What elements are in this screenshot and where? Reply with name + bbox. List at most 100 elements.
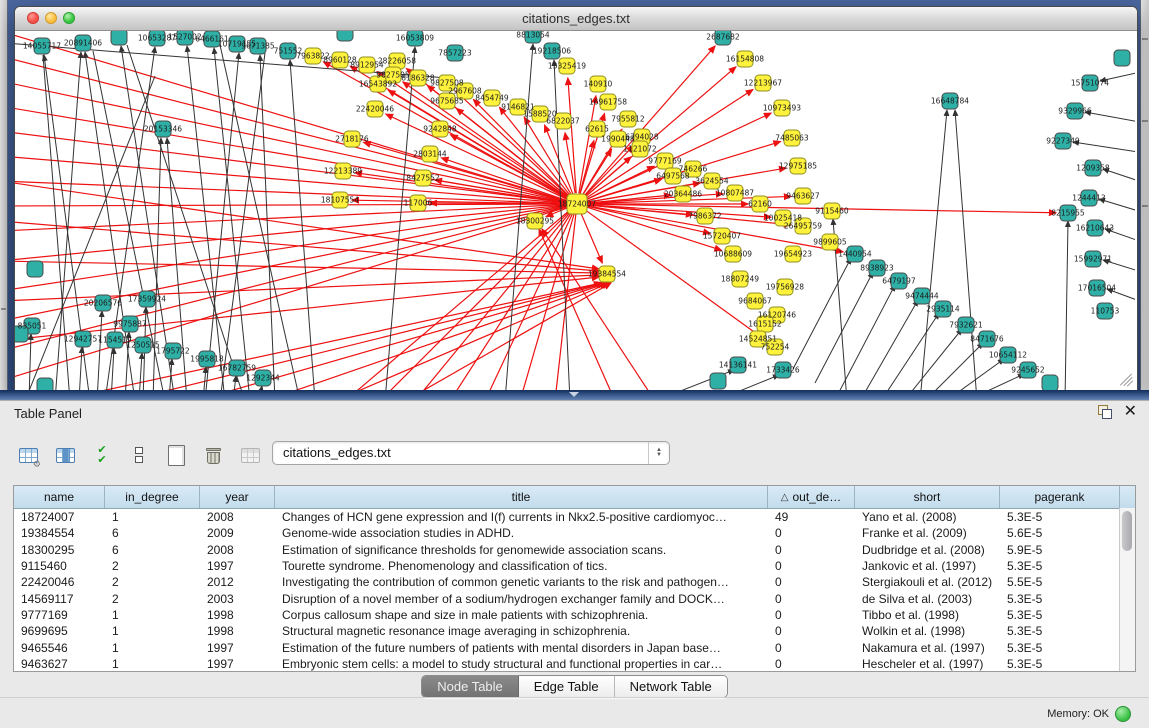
tab-network-table[interactable]: Network Table [615, 676, 727, 697]
delete-trash-icon[interactable] [199, 441, 227, 469]
cell-short: Wolkin et al. (1998) [855, 624, 1000, 638]
resize-grip-icon[interactable] [1116, 371, 1132, 387]
graph-node-teal[interactable] [710, 373, 726, 389]
vertical-scrollbar[interactable] [1119, 508, 1135, 671]
table-settings-icon[interactable]: ⚙ [14, 441, 42, 469]
column-header-title[interactable]: title [275, 486, 768, 508]
graph-edge[interactable] [1065, 221, 1068, 390]
scrollbar-thumb[interactable] [1122, 511, 1132, 551]
graph-node-label: 1795722 [156, 347, 190, 356]
cell-title: Embryonic stem cells: a model to study s… [275, 657, 768, 671]
graph-edge[interactable] [15, 204, 577, 261]
table-row[interactable]: 946554611997Estimation of the future num… [14, 639, 1135, 655]
table-row[interactable]: 1456911722003Disruption of a novel membe… [14, 590, 1135, 606]
column-header-pagerank[interactable]: pagerank [1000, 486, 1120, 508]
column-header-short[interactable]: short [855, 486, 1000, 508]
graph-edge[interactable] [139, 353, 142, 390]
graph-node-teal[interactable] [27, 261, 43, 277]
graph-edge[interactable] [265, 283, 607, 390]
graph-edge[interactable] [15, 204, 577, 231]
column-header-name[interactable]: name [14, 486, 105, 508]
graph-node-label: 7857223 [438, 49, 472, 58]
table-row[interactable]: 911546021997Tourette syndrome. Phenomeno… [14, 558, 1135, 574]
graph-node-teal[interactable] [1114, 50, 1130, 66]
tab-node-table[interactable]: Node Table [422, 676, 519, 697]
graph-node-label: 751552 [274, 47, 303, 56]
column-header-year[interactable]: year [200, 486, 275, 508]
graph-edge[interactable] [125, 283, 603, 390]
graph-edge[interactable] [79, 347, 82, 390]
graph-edge[interactable] [860, 300, 918, 390]
graph-node-teal[interactable] [111, 31, 127, 45]
cell-pagerank: 5.9E-5 [1000, 543, 1120, 557]
graph-edge[interactable] [539, 229, 615, 390]
graph-edge[interactable] [29, 334, 31, 390]
table-row[interactable]: 1830029562008Estimation of significance … [14, 542, 1135, 558]
graph-node-teal[interactable] [1042, 375, 1058, 390]
left-panel-edge[interactable] [0, 0, 8, 400]
row-height-icon[interactable] [125, 441, 153, 469]
graph-edge[interactable] [955, 110, 977, 390]
show-column-icon[interactable] [51, 441, 79, 469]
graph-edge[interactable] [904, 329, 962, 390]
float-window-icon[interactable] [1098, 405, 1112, 419]
graph-edge[interactable] [15, 204, 577, 206]
divider-handle-icon[interactable] [569, 392, 579, 397]
graph-node-label: 2935114 [926, 305, 960, 314]
network-graph[interactable]: 1872400719384554183002957963822896012889… [15, 31, 1135, 390]
graph-node-label: 9227349 [1046, 137, 1080, 146]
window-titlebar[interactable]: citations_edges.txt [15, 7, 1137, 31]
graph-node-teal[interactable] [37, 378, 53, 390]
graph-edge[interactable] [345, 204, 577, 390]
graph-node-label: 9684067 [738, 297, 772, 306]
graph-node-label: 6479197 [882, 277, 916, 286]
table-row[interactable]: 1872400712008Changes of HCN gene express… [14, 509, 1135, 525]
select-columns-icon[interactable]: ✔✔ [88, 441, 116, 469]
cell-short: Tibbo et al. (1998) [855, 608, 1000, 622]
graph-edge[interactable] [1073, 142, 1135, 153]
table-tabs: Node TableEdge TableNetwork Table [0, 675, 1149, 698]
table-row[interactable]: 946362711997Embryonic stem cells: a mode… [14, 656, 1135, 672]
graph-edge[interactable] [233, 376, 236, 390]
cell-year: 2012 [200, 575, 275, 589]
graph-edge[interactable] [581, 214, 602, 263]
network-window: citations_edges.txt 18724007193845541830… [14, 6, 1138, 392]
graph-node-teal[interactable] [337, 31, 353, 41]
graph-edge[interactable] [203, 367, 206, 390]
graph-edge[interactable] [793, 258, 851, 369]
right-panel-edge[interactable] [1140, 0, 1149, 400]
cell-title: Investigating the contribution of common… [275, 575, 768, 589]
graph-node-label: 2687682 [706, 33, 740, 42]
graph-edge[interactable] [920, 110, 947, 390]
graph-edge[interactable] [405, 283, 611, 390]
tab-edge-table[interactable]: Edge Table [519, 676, 615, 697]
table-selector-dropdown[interactable]: citations_edges.txt ▲▼ [272, 441, 670, 465]
graph-edge[interactable] [837, 285, 895, 390]
cell-in_degree: 1 [105, 641, 200, 655]
table-row[interactable]: 2242004622012Investigating the contribut… [14, 574, 1135, 590]
new-document-icon[interactable] [162, 441, 190, 469]
panel-divider[interactable] [0, 390, 1149, 400]
graph-edge[interactable] [1085, 112, 1135, 123]
table-row[interactable]: 969969511998Structural magnetic resonanc… [14, 623, 1135, 639]
cell-name: 18724007 [14, 510, 105, 524]
column-header-out_de[interactable]: △out_de… [768, 486, 855, 508]
table-panel: Table Panel ✕ ⚙ ✔✔ f(x) citations_edg [0, 400, 1149, 728]
graph-node-label: 1244413 [1072, 194, 1106, 203]
graph-edge[interactable] [881, 313, 939, 390]
cell-name: 9463627 [14, 657, 105, 671]
graph-edge[interactable] [260, 55, 275, 390]
graph-edge[interactable] [290, 60, 315, 390]
cell-name: 22420046 [14, 575, 105, 589]
table-header-row: namein_degreeyeartitle△out_de…shortpager… [14, 486, 1135, 509]
table-row[interactable]: 977716911998Corpus callosum shape and si… [14, 607, 1135, 623]
column-header-in_degree[interactable]: in_degree [105, 486, 200, 508]
close-panel-icon[interactable]: ✕ [1124, 405, 1137, 419]
graph-node-label: 12213389 [324, 167, 362, 176]
table-row[interactable]: 1938455462009Genome-wide association stu… [14, 525, 1135, 541]
graph-edge[interactable] [15, 261, 599, 273]
graph-edge[interactable] [15, 56, 577, 204]
graph-node-label: 19654923 [774, 250, 812, 259]
network-canvas[interactable]: 1872400719384554183002957963822896012889… [15, 31, 1135, 390]
graph-node-label: 110753 [1091, 307, 1120, 316]
